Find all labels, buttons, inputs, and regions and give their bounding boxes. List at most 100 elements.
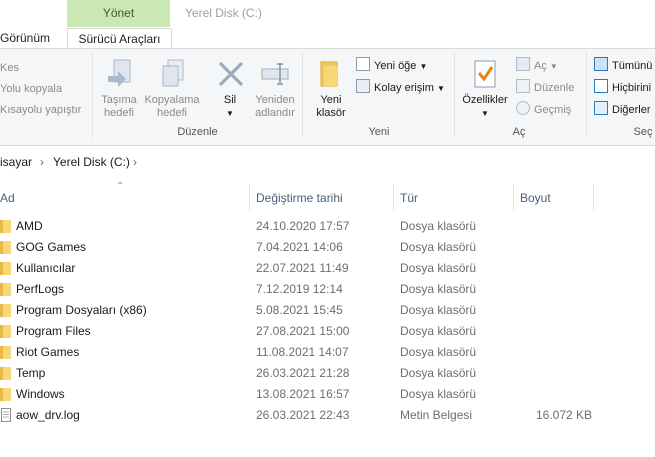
file-name: Program Dosyaları (x86) [16, 303, 147, 317]
folder-icon [0, 388, 11, 401]
window-title: Yerel Disk (C:) [185, 6, 262, 20]
file-row[interactable]: GOG Games 7.04.2021 14:06 Dosya klasörü [0, 237, 655, 258]
file-row[interactable]: PerfLogs 7.12.2019 12:14 Dosya klasörü [0, 279, 655, 300]
chevron-down-icon: ▼ [481, 109, 489, 118]
file-modified: 26.03.2021 22:43 [256, 408, 350, 422]
rename-label-2: adlandır [255, 107, 295, 119]
file-row[interactable]: Temp 26.03.2021 21:28 Dosya klasörü [0, 363, 655, 384]
new-folder-icon [320, 61, 338, 87]
new-item-button[interactable]: Yeni öğe ▼ [356, 57, 427, 75]
copy-path-button[interactable]: Yolu kopyala [0, 80, 62, 98]
group-separator [586, 52, 587, 138]
manage-context-tab[interactable]: Yönet [67, 0, 170, 27]
history-label: Geçmiş [534, 104, 572, 116]
easy-access-button[interactable]: Kolay erişim ▼ [356, 79, 445, 97]
edit-label: Düzenle [534, 82, 575, 94]
file-type: Dosya klasörü [400, 219, 477, 233]
open-icon [516, 57, 530, 71]
column-divider[interactable] [593, 184, 594, 210]
file-name: GOG Games [16, 240, 87, 254]
move-to-icon [108, 59, 131, 87]
rename-button[interactable]: Yeniden adlandır [252, 56, 298, 126]
delete-label: Sil [223, 94, 237, 106]
column-header-type[interactable]: Tür [400, 188, 418, 208]
file-modified: 7.12.2019 12:14 [256, 282, 343, 296]
move-to-button[interactable]: Taşıma hedefi [97, 56, 141, 126]
file-row[interactable]: AMD 24.10.2020 17:57 Dosya klasörü [0, 216, 655, 237]
properties-icon [474, 60, 496, 88]
select-all-button[interactable]: Tümünü [594, 57, 652, 75]
file-type: Dosya klasörü [400, 387, 477, 401]
column-header-name[interactable]: Ad [0, 188, 15, 208]
file-row[interactable]: Kullanıcılar 22.07.2021 11:49 Dosya klasör… [0, 258, 655, 279]
file-modified: 22.07.2021 11:49 [256, 261, 349, 275]
folder-icon [0, 262, 11, 275]
file-type: Metin Belgesi [400, 408, 473, 422]
column-divider[interactable] [393, 184, 394, 210]
file-row[interactable]: Windows 13.08.2021 16:57 Dosya klasörü [0, 384, 655, 405]
delete-x-icon [219, 62, 243, 86]
file-name: Temp [16, 366, 46, 380]
tab-view[interactable]: Görünüm [0, 28, 58, 48]
breadcrumb-separator-icon[interactable]: › [40, 155, 44, 169]
cut-button[interactable]: Kes [0, 59, 19, 77]
invert-selection-icon [594, 101, 608, 115]
file-row[interactable]: Program Files 27.08.2021 15:00 Dosya klasö… [0, 321, 655, 342]
select-none-button[interactable]: Hiçbirini [594, 79, 651, 97]
file-modified: 11.08.2021 14:07 [256, 345, 349, 359]
file-modified: 5.08.2021 15:45 [256, 303, 343, 317]
invert-selection-label: Diğerler [612, 104, 651, 116]
folder-icon [0, 304, 11, 317]
group-separator [454, 52, 455, 138]
move-to-label: Taşıma [101, 94, 137, 106]
new-folder-label-2: klasör [316, 107, 346, 119]
file-modified: 13.08.2021 16:57 [256, 387, 350, 401]
tab-drive-tools[interactable]: Sürücü Araçları [67, 28, 172, 49]
column-divider[interactable] [249, 184, 250, 210]
folder-icon [0, 325, 11, 338]
file-modified: 27.08.2021 15:00 [256, 324, 350, 338]
paste-shortcut-button[interactable]: Kısayolu yapıştır [0, 101, 81, 119]
copy-to-label-2: hedefi [157, 107, 187, 119]
delete-button[interactable]: Sil ▼ [212, 56, 248, 126]
column-divider[interactable] [513, 184, 514, 210]
edit-button[interactable]: Düzenle [516, 79, 574, 97]
column-header-size[interactable]: Boyut [520, 188, 551, 208]
text-file-icon [1, 408, 11, 422]
copy-to-icon [162, 59, 184, 87]
new-item-icon [356, 57, 370, 71]
file-row[interactable]: aow_drv.log 26.03.2021 22:43 Metin Belgesi… [0, 405, 655, 426]
open-label: Aç [534, 60, 547, 72]
new-folder-label: Yeni [320, 94, 342, 106]
group-separator [302, 52, 303, 138]
chevron-down-icon: ▼ [226, 109, 234, 118]
file-name: aow_drv.log [16, 408, 80, 422]
history-button[interactable]: Geçmiş [516, 101, 571, 119]
file-row[interactable]: Program Dosyaları (x86) 5.08.2021 15:45 Do… [0, 300, 655, 321]
select-none-label: Hiçbirini [612, 82, 652, 94]
breadcrumb-this-pc[interactable]: isayar [0, 155, 32, 169]
breadcrumb-separator-icon[interactable]: › [133, 155, 137, 169]
open-button[interactable]: Aç ▼ [516, 57, 558, 75]
easy-access-label: Kolay erişim [374, 82, 434, 94]
column-header-modified[interactable]: Değiştirme tarihi [256, 188, 343, 208]
copy-to-button[interactable]: Kopyalama hedefi [143, 56, 201, 126]
chevron-down-icon: ▼ [419, 62, 428, 71]
file-size: 16.072 KB [536, 408, 593, 422]
easy-access-icon [356, 79, 370, 93]
invert-selection-button[interactable]: Diğerler [594, 101, 651, 119]
new-folder-button[interactable]: Yeni klasör [310, 56, 352, 126]
breadcrumb-local-disk[interactable]: Yerel Disk (C:) [53, 155, 130, 169]
file-modified: 7.04.2021 14:06 [256, 240, 343, 254]
move-to-label-2: hedefi [104, 107, 134, 119]
properties-button[interactable]: Özellikler ▼ [459, 56, 511, 126]
open-group-label: Aç [512, 126, 526, 138]
select-none-icon [594, 79, 608, 93]
file-type: Dosya klasörü [400, 345, 477, 359]
file-modified: 26.03.2021 21:28 [256, 366, 350, 380]
rename-icon [261, 63, 289, 85]
history-icon [516, 101, 530, 115]
select-group-label: Seç [633, 126, 653, 138]
chevron-down-icon: ▼ [549, 62, 558, 71]
file-row[interactable]: Riot Games 11.08.2021 14:07 Dosya klasörü [0, 342, 655, 363]
